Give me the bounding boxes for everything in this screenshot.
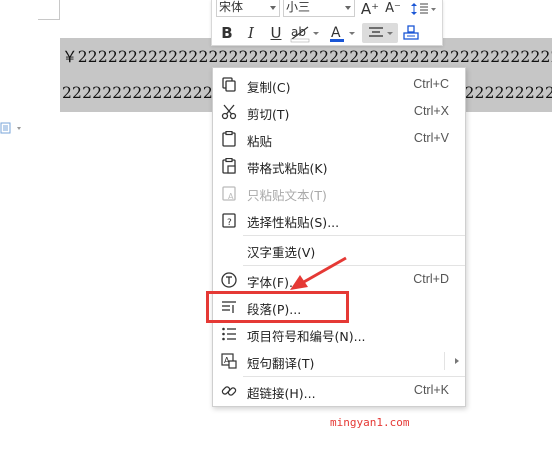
paste-icon (221, 131, 237, 147)
paste-special-icon: ? (221, 212, 237, 228)
menu-item-paste-special[interactable]: ? 选择性粘贴(S)... (213, 207, 465, 233)
bullet-list-icon (221, 326, 237, 342)
menu-item-cut[interactable]: 剪切(T) Ctrl+X (213, 99, 465, 125)
format-painter-icon (403, 25, 419, 40)
scissors-icon (221, 104, 237, 120)
font-size-value: 小三 (286, 0, 311, 14)
menu-item-label: 粘贴 (247, 134, 273, 149)
font-size-select[interactable]: 小三 (283, 0, 355, 17)
menu-divider (243, 376, 465, 377)
menu-item-label: 带格式粘贴(K) (247, 161, 328, 176)
font-color-button[interactable]: A (328, 22, 358, 44)
underline-icon: U (270, 24, 282, 42)
menu-divider (243, 265, 465, 266)
format-painter-button[interactable] (400, 22, 422, 44)
chevron-down-icon (345, 6, 351, 10)
menu-item-label: 只粘贴文本(T) (247, 188, 327, 203)
translate-icon: A (221, 353, 237, 369)
link-icon (221, 383, 237, 399)
menu-item-shortcut: Ctrl+X (413, 104, 449, 118)
menu-item-bullets-numbering[interactable]: 项目符号和编号(N)... (213, 321, 465, 347)
mini-format-toolbar: 宋体 小三 A⁺ A⁻ B I U ab A (211, 0, 443, 46)
svg-text:A: A (331, 25, 341, 41)
menu-item-label: 剪切(T) (247, 107, 290, 122)
svg-text:ab: ab (291, 25, 306, 39)
chevron-down-icon (270, 6, 276, 10)
menu-item-label: 短句翻译(T) (247, 356, 315, 371)
font-name-value: 宋体 (219, 0, 244, 14)
underline-button[interactable]: U (267, 22, 285, 44)
menu-divider (444, 352, 445, 370)
italic-icon: I (248, 24, 254, 42)
menu-item-label: 选择性粘贴(S)... (247, 215, 340, 230)
line-spacing-icon (411, 2, 436, 15)
font-color-icon: A (330, 25, 355, 42)
highlight-icon: ab (290, 25, 319, 43)
page-margin-mark (38, 0, 60, 20)
menu-item-hyperlink[interactable]: 超链接(H)... Ctrl+K (213, 378, 465, 404)
context-menu: 复制(C) Ctrl+C 剪切(T) Ctrl+X 粘贴 Ctrl+V 带格式粘… (212, 67, 466, 407)
menu-item-shortcut: Ctrl+C (413, 77, 449, 91)
menu-item-paste-with-format[interactable]: 带格式粘贴(K) (213, 153, 465, 179)
italic-button[interactable]: I (242, 22, 260, 44)
grow-font-button[interactable]: A⁺ (360, 0, 380, 18)
menu-item-label: 项目符号和编号(N)... (247, 329, 366, 344)
shrink-font-icon: A⁻ (385, 1, 401, 16)
bold-button[interactable]: B (218, 22, 236, 44)
menu-divider (243, 235, 465, 236)
watermark-text: mingyan1.com (330, 416, 410, 429)
annotation-arrow-icon (290, 256, 347, 290)
font-icon (221, 272, 237, 288)
align-center-icon (369, 27, 393, 37)
font-name-select[interactable]: 宋体 (216, 0, 280, 17)
menu-item-paste[interactable]: 粘贴 Ctrl+V (213, 126, 465, 152)
menu-item-label: 复制(C) (247, 80, 291, 95)
menu-item-label: 超链接(H)... (247, 386, 316, 401)
grow-font-icon: A⁺ (360, 0, 380, 18)
document-text-line[interactable]: ￥222222222222222222222222222222222222222… (62, 45, 552, 67)
highlight-annotation-box (206, 291, 349, 323)
align-center-button[interactable] (362, 23, 398, 43)
copy-icon (221, 77, 237, 93)
svg-text:?: ? (227, 218, 232, 228)
paste-format-icon (221, 158, 237, 174)
menu-item-shortcut: Ctrl+D (413, 272, 449, 286)
highlight-button[interactable]: ab (290, 22, 322, 44)
menu-item-translate[interactable]: A 短句翻译(T) (213, 348, 465, 374)
paste-text-icon: A (221, 185, 237, 201)
menu-item-shortcut: Ctrl+V (413, 131, 449, 145)
line-spacing-button[interactable] (409, 0, 439, 17)
bold-icon: B (221, 24, 233, 42)
menu-item-copy[interactable]: 复制(C) Ctrl+C (213, 72, 465, 98)
menu-item-shortcut: Ctrl+K (413, 383, 449, 397)
chevron-right-icon (455, 358, 459, 364)
menu-item-paste-text-only: A 只粘贴文本(T) (213, 180, 465, 206)
shrink-font-button[interactable]: A⁻ (384, 0, 402, 17)
document-outline-icon[interactable] (0, 121, 22, 135)
svg-text:A: A (228, 192, 234, 201)
